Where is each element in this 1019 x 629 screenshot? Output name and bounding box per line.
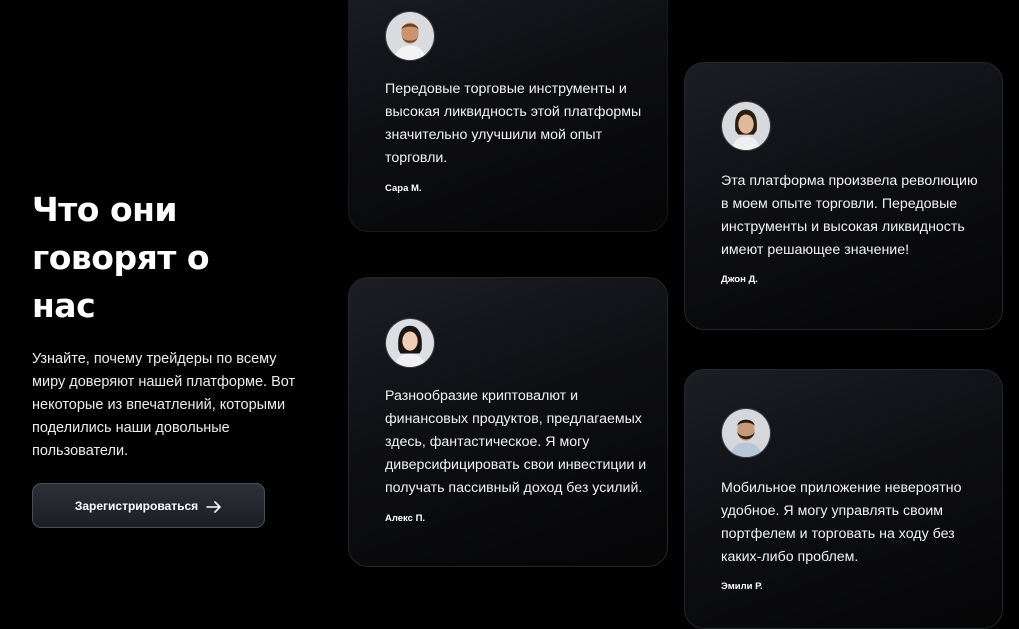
testimonial-text: Разнообразие криптовалют и финансовых пр… xyxy=(385,388,647,496)
testimonial-card: Эта платформа произвела революцию в моем… xyxy=(684,62,1003,330)
testimonial-card: Передовые торговые инструменты и высокая… xyxy=(348,0,668,232)
section-title: Что они говорят о нас xyxy=(32,190,210,325)
testimonial-text: Эта платформа произвела революцию в моем… xyxy=(721,173,978,258)
arrow-right-icon xyxy=(206,500,222,513)
section-description: Узнайте, почему трейдеры по всему миру д… xyxy=(32,351,296,459)
register-button[interactable]: Зарегистрироваться xyxy=(32,483,265,528)
testimonial-card: Мобильное приложение невероятно удобное.… xyxy=(684,369,1003,629)
testimonial-author: Джон Д. xyxy=(721,274,758,285)
testimonial-text: Передовые торговые инструменты и высокая… xyxy=(385,81,642,166)
testimonial-author: Алекс П. xyxy=(385,513,426,524)
testimonial-text: Мобильное приложение невероятно удобное.… xyxy=(721,480,962,565)
avatar xyxy=(385,11,435,61)
avatar xyxy=(721,408,771,458)
avatar xyxy=(385,318,435,368)
testimonial-card: Разнообразие криптовалют и финансовых пр… xyxy=(348,277,668,567)
testimonial-author: Сара М. xyxy=(385,183,422,194)
register-button-label: Зарегистрироваться xyxy=(74,498,199,513)
avatar xyxy=(721,101,771,151)
testimonials-intro: Что они говорят о нас Узнайте, почему тр… xyxy=(32,186,322,463)
testimonial-author: Эмили Р. xyxy=(721,581,763,592)
